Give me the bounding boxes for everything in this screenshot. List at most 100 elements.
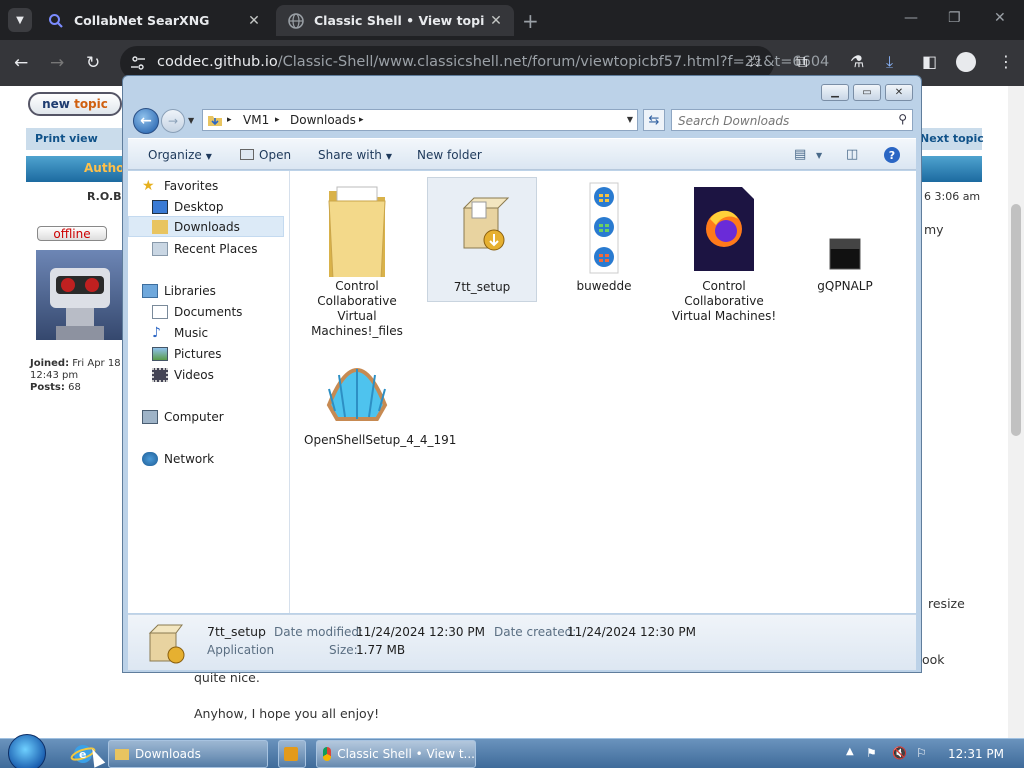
new-folder-button[interactable]: New folder	[417, 148, 482, 162]
history-dropdown-icon[interactable]: ▼	[188, 116, 194, 125]
minimize-icon[interactable]: ▁	[821, 84, 849, 101]
detail-modified-label: Date modified:	[274, 625, 364, 639]
help-icon[interactable]: ?	[884, 147, 900, 163]
nav-recent-places[interactable]: Recent Places	[152, 238, 257, 259]
file-item[interactable]: OpenShellSetup_4_4_191	[302, 341, 456, 454]
details-pane: 7tt_setup Application Date modified: 11/…	[128, 614, 916, 670]
downloads-folder-icon	[152, 219, 168, 234]
open-button[interactable]: Open	[240, 148, 291, 162]
maximize-icon[interactable]: ▭	[853, 84, 881, 101]
detail-file-name: 7tt_setup	[207, 624, 266, 639]
avatar	[36, 250, 124, 340]
page-scrollbar[interactable]	[1008, 86, 1024, 738]
breadcrumb-downloads[interactable]: Downloads	[290, 113, 356, 127]
joined-time: 12:43 pm	[30, 370, 79, 381]
new-topic-button[interactable]: new topic	[28, 92, 122, 116]
search-box[interactable]: ⚲	[671, 109, 913, 131]
author-name[interactable]: R.O.B.	[87, 190, 126, 203]
next-topic-link[interactable]: Next topic	[920, 132, 984, 145]
labs-flask-icon[interactable]: ⚗	[850, 52, 864, 71]
close-tab-button[interactable]: ✕	[242, 13, 266, 29]
volume-muted-icon[interactable]: 🔇	[892, 746, 907, 760]
explorer-address-bar[interactable]: ▸ VM1 ▸ Downloads ▸ ▼	[202, 109, 638, 131]
reload-icon[interactable]: ↻	[86, 53, 100, 73]
file-item[interactable]: Control Collaborative Virtual Machines!	[668, 177, 780, 330]
search-input[interactable]	[678, 112, 888, 130]
bookmark-star-icon[interactable]: ☆	[747, 52, 762, 72]
tab-search-button[interactable]: ▼	[8, 8, 32, 32]
post-text-line: Anyhow, I hope you all enjoy!	[194, 706, 380, 721]
forward-arrow-icon[interactable]: →	[50, 53, 64, 73]
search-icon[interactable]: ⚲	[898, 112, 907, 126]
chevron-down-icon[interactable]: ▼	[816, 151, 822, 160]
tab-searxng[interactable]: CollabNet SearXNG ✕	[36, 5, 272, 36]
file-item[interactable]: 7tt_setup	[427, 177, 537, 302]
nav-videos[interactable]: Videos	[152, 364, 214, 385]
detail-size-label: Size:	[329, 643, 358, 657]
network-icon	[142, 451, 158, 466]
back-arrow-icon[interactable]: ←	[14, 53, 28, 73]
nav-documents[interactable]: Documents	[152, 301, 242, 322]
file-name: 7tt_setup	[453, 280, 511, 294]
download-icon[interactable]: ⤓	[886, 52, 893, 72]
menu-kebab-icon[interactable]: ⋮	[998, 52, 1014, 71]
organize-button[interactable]: Organize ▼	[148, 148, 212, 162]
chevron-down-icon[interactable]: ▼	[627, 115, 633, 124]
new-tab-button[interactable]: +	[522, 9, 539, 33]
installer-icon	[144, 621, 188, 665]
file-name: Control Collaborative Virtual Machines!	[671, 279, 777, 323]
file-item[interactable]: buwedde	[549, 177, 659, 300]
side-panel-icon[interactable]: ◧	[922, 52, 937, 71]
nav-computer[interactable]: Computer	[142, 406, 224, 427]
restore-icon[interactable]: ❐	[948, 10, 961, 26]
preview-pane-icon[interactable]: ◫	[846, 147, 858, 162]
taskbar-item-browser[interactable]: Classic Shell • View t...	[316, 740, 476, 768]
close-icon[interactable]: ✕	[885, 84, 913, 101]
browser-tab-strip: ▼ CollabNet SearXNG ✕ Classic Shell • Vi…	[0, 0, 1024, 40]
globe-icon	[288, 12, 304, 29]
tray-expand-icon[interactable]: ▲	[846, 746, 854, 757]
file-item[interactable]: gQPNALP	[790, 177, 900, 300]
file-item[interactable]: Control Collaborative Virtual Machines!_…	[302, 177, 412, 345]
share-with-button[interactable]: Share with ▼	[318, 148, 392, 162]
clock[interactable]: 12:31 PM	[948, 747, 1004, 761]
close-tab-button[interactable]: ✕	[484, 13, 508, 29]
taskbar-item-media[interactable]	[278, 740, 306, 768]
site-info-icon[interactable]	[130, 55, 146, 71]
nav-downloads[interactable]: Downloads	[128, 216, 284, 237]
taskbar-item-downloads[interactable]: Downloads	[108, 740, 268, 768]
breadcrumb-separator-icon[interactable]: ▸	[227, 115, 232, 125]
tab-classic-shell[interactable]: Classic Shell • View topic - Ori ✕	[276, 5, 514, 36]
detail-created-value: 11/24/2024 12:30 PM	[567, 625, 696, 639]
breadcrumb-separator-icon[interactable]: ▸	[275, 115, 280, 125]
pictures-icon	[152, 346, 168, 361]
start-button[interactable]	[8, 734, 46, 768]
nav-network[interactable]: Network	[142, 448, 214, 469]
nav-desktop[interactable]: Desktop	[152, 196, 224, 217]
flag-icon[interactable]: ⚐	[916, 746, 927, 760]
refresh-button[interactable]: ⇆	[643, 109, 665, 131]
nav-music[interactable]: ♪ Music	[152, 322, 208, 343]
extensions-icon[interactable]: ⧉	[796, 52, 807, 72]
nav-libraries[interactable]: Libraries	[142, 280, 216, 301]
minimize-icon[interactable]: —	[904, 10, 918, 26]
media-player-icon	[284, 747, 298, 761]
forward-button[interactable]: →	[161, 109, 185, 133]
change-view-icon[interactable]: ▤	[794, 147, 806, 162]
post-time: 6 3:06 am	[924, 190, 981, 203]
nav-favorites[interactable]: ★ Favorites	[142, 175, 218, 196]
print-view-link[interactable]: Print view	[35, 132, 98, 145]
desktop-icon	[152, 199, 168, 214]
nav-label: Computer	[164, 409, 224, 424]
breadcrumb-separator-icon[interactable]: ▸	[359, 115, 364, 125]
breadcrumb-vm1[interactable]: VM1	[243, 113, 269, 127]
scrollbar-thumb[interactable]	[1011, 204, 1021, 436]
close-window-icon[interactable]: ✕	[994, 10, 1006, 26]
nav-pictures[interactable]: Pictures	[152, 343, 222, 364]
nav-label: Downloads	[174, 219, 240, 234]
film-strip-icon	[152, 367, 168, 382]
action-center-icon[interactable]: ⚑	[866, 746, 877, 760]
profile-avatar-icon[interactable]	[956, 52, 976, 72]
nav-label: Favorites	[164, 178, 219, 193]
back-button[interactable]: ←	[133, 108, 159, 134]
